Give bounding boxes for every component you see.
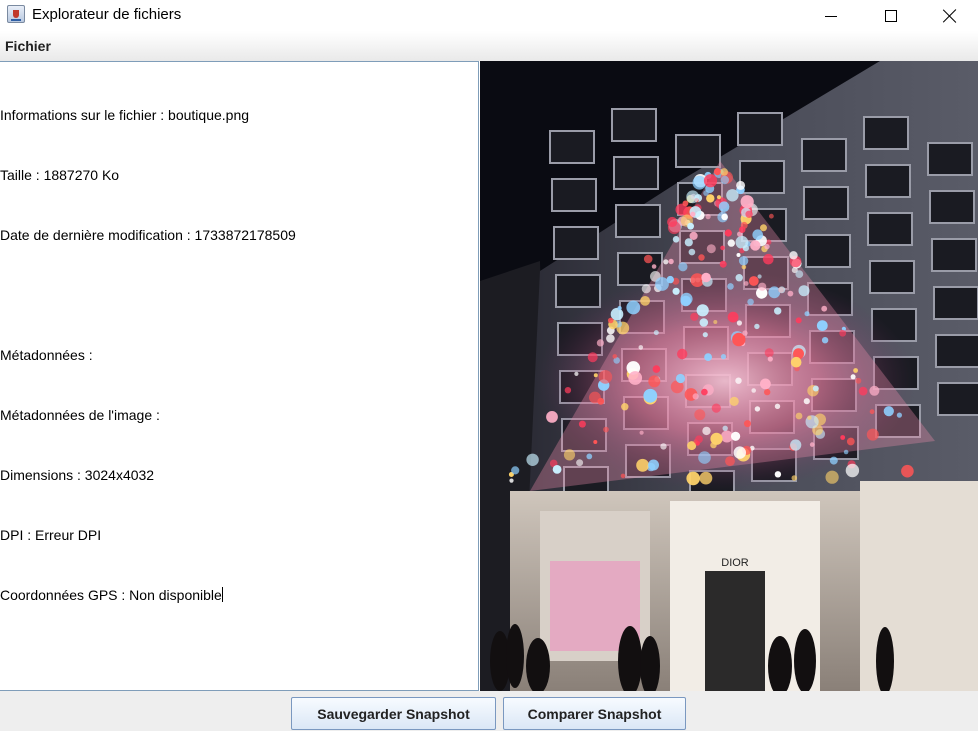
image-metadata-line: Métadonnées de l'image : [0, 407, 160, 423]
compare-snapshot-button[interactable]: Comparer Snapshot [503, 697, 686, 730]
close-icon [943, 9, 957, 23]
menu-bar: Fichier [0, 31, 978, 61]
text-caret [221, 587, 223, 602]
save-snapshot-button[interactable]: Sauvegarder Snapshot [291, 697, 496, 730]
maximize-icon [885, 9, 897, 22]
gps-line: Coordonnées GPS : Non disponible [0, 585, 476, 605]
file-name-line: Informations sur le fichier : boutique.p… [0, 107, 250, 123]
java-cup-icon [7, 5, 25, 23]
bottom-bar: Sauvegarder Snapshot Comparer Snapshot [0, 691, 978, 731]
last-modified-line: Date de dernière modification : 17338721… [0, 227, 296, 243]
file-info-panel: Informations sur le fichier : boutique.p… [0, 61, 479, 691]
metadata-header-line: Métadonnées : [0, 347, 93, 363]
storefront-photo: DIOR [480, 61, 978, 691]
minimize-icon [825, 15, 837, 17]
window-title: Explorateur de fichiers [32, 6, 182, 23]
menu-fichier[interactable]: Fichier [5, 38, 51, 54]
file-info-text-area[interactable]: Informations sur le fichier : boutique.p… [0, 65, 476, 669]
file-size-line: Taille : 1887270 Ko [0, 167, 120, 183]
minimize-button[interactable] [808, 0, 854, 31]
dpi-line: DPI : Erreur DPI [0, 527, 102, 543]
gps-text: Coordonnées GPS : Non disponible [0, 587, 222, 603]
image-preview: DIOR [480, 61, 978, 691]
close-button[interactable] [927, 0, 973, 31]
maximize-button[interactable] [868, 0, 914, 31]
title-bar: Explorateur de fichiers [0, 0, 978, 31]
store-sign: DIOR [721, 557, 749, 569]
dimensions-line: Dimensions : 3024x4032 [0, 467, 155, 483]
